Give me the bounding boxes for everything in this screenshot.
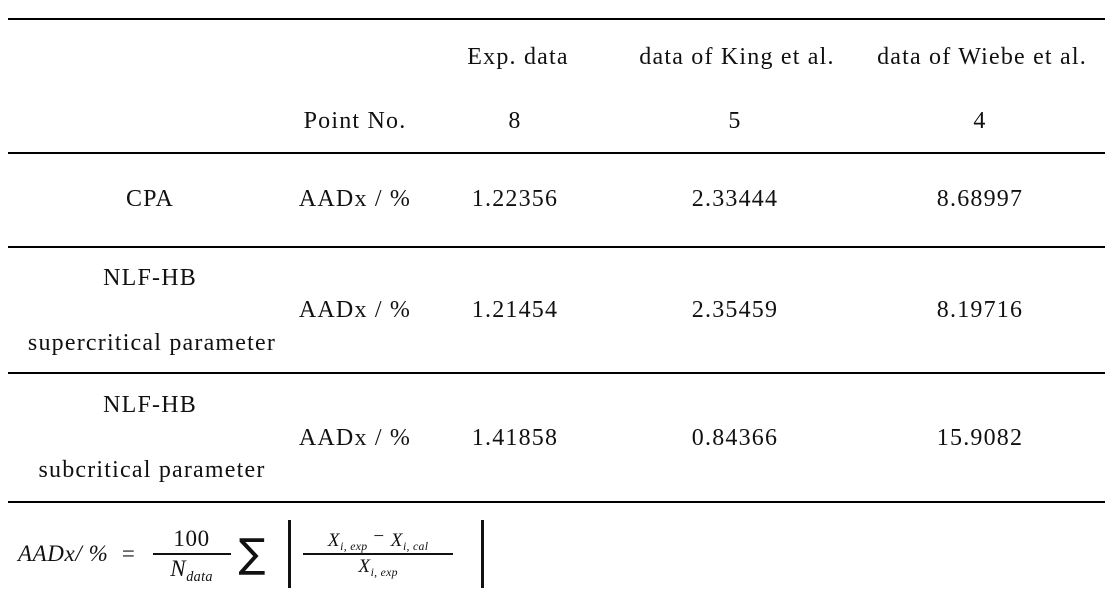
absolute-value-bar-left	[288, 520, 292, 588]
column-header-king-data: data of King et al.	[639, 44, 835, 70]
row-2-metric-label: AADx / %	[298, 297, 412, 323]
table-rule-header	[8, 152, 1105, 154]
table-rule-after-row-1	[8, 246, 1105, 248]
table-rule-after-row-2	[8, 372, 1105, 374]
formula-x-exp-subscript: i, exp	[340, 540, 368, 554]
row-1-value-2: 2.33444	[691, 186, 779, 212]
row-2-model-label: NLF-HB	[103, 265, 197, 291]
row-1-value-1: 1.22356	[471, 186, 559, 212]
formula-n-subscript: data	[186, 568, 213, 585]
row-2-value-1: 1.21454	[471, 297, 559, 323]
point-no-value-1: 8	[508, 108, 522, 134]
row-3-value-2: 0.84366	[691, 425, 779, 451]
point-no-value-3: 4	[973, 108, 987, 134]
row-2-model-sublabel: supercritical parameter	[27, 330, 277, 356]
formula-x-cal-symbol: X	[390, 530, 403, 552]
results-table: Exp. data data of King et al. data of Wi…	[0, 0, 1114, 510]
formula-x-cal-subscript: i, cal	[402, 540, 429, 554]
row-1-metric-label: AADx / %	[298, 186, 412, 212]
formula-minus-operator: −	[373, 526, 385, 548]
formula-denominator-x-symbol: X	[358, 556, 371, 577]
absolute-value-bar-right	[481, 520, 485, 588]
row-3-model-label: NLF-HB	[103, 392, 197, 418]
formula-lhs: AADx/ %	[18, 541, 109, 566]
row-3-value-3: 15.9082	[936, 425, 1024, 451]
formula-ratio-fraction: Xi, exp − Xi, cal Xi, exp	[303, 527, 454, 579]
aadx-formula: AADx/ % = 100 Ndata ∑ Xi, exp − Xi, cal Xi…	[18, 520, 496, 588]
summation-sigma-icon: ∑	[238, 531, 267, 577]
row-3-metric-label: AADx / %	[298, 425, 412, 451]
formula-coefficient-numerator: 100	[173, 525, 210, 551]
point-no-label: Point No.	[303, 108, 407, 134]
table-rule-top	[8, 18, 1105, 20]
formula-coefficient-fraction: 100 Ndata	[152, 525, 231, 584]
row-2-value-2: 2.35459	[691, 297, 779, 323]
formula-coefficient-denominator: Ndata	[164, 555, 219, 584]
row-1-model-label: CPA	[125, 186, 175, 212]
formula-ratio-denominator: Xi, exp	[352, 555, 404, 579]
row-1-value-3: 8.68997	[936, 186, 1024, 212]
formula-denominator-x-subscript: i, exp	[370, 566, 398, 579]
formula-x-exp-symbol: X	[327, 530, 341, 552]
row-3-value-1: 1.41858	[471, 425, 559, 451]
column-header-wiebe-data: data of Wiebe et al.	[877, 44, 1087, 70]
formula-ratio-numerator: Xi, exp − Xi, cal	[322, 527, 434, 554]
column-header-exp-data: Exp. data	[467, 44, 569, 70]
row-3-model-sublabel: subcritical parameter	[38, 457, 266, 483]
formula-equals-sign: =	[120, 541, 137, 566]
row-2-value-3: 8.19716	[936, 297, 1024, 323]
formula-n-symbol: N	[170, 556, 187, 581]
table-rule-bottom	[8, 501, 1105, 503]
point-no-value-2: 5	[728, 108, 742, 134]
